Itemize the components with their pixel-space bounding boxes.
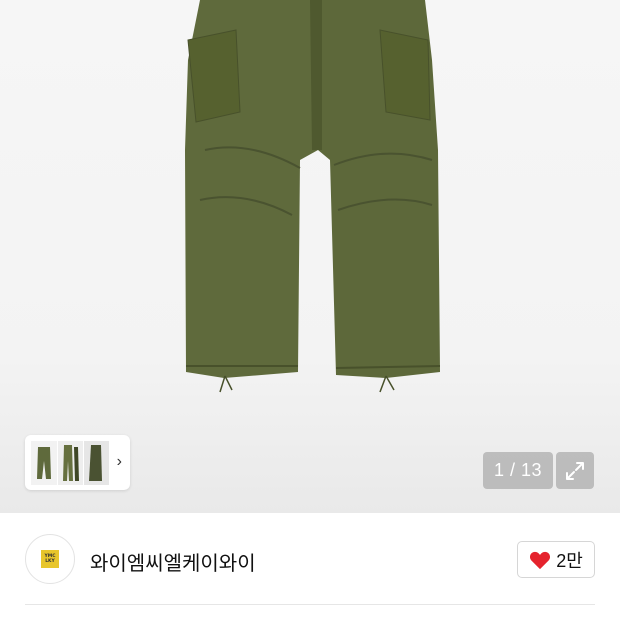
expand-arrows-icon [566, 461, 584, 480]
seller-row: YMC LKY 와이엠씨엘케이와이 2만 [0, 513, 620, 605]
thumbnail-images [31, 440, 109, 485]
thumbnail-strip[interactable]: › [25, 435, 130, 490]
product-image-gallery[interactable]: › 1 / 13 [0, 0, 620, 513]
seller-avatar[interactable]: YMC LKY [25, 534, 75, 584]
chevron-right-icon[interactable]: › [117, 453, 122, 471]
image-counter: 1 / 13 [483, 452, 553, 489]
heart-icon [530, 551, 551, 569]
like-button[interactable]: 2만 [517, 541, 595, 578]
like-count: 2만 [556, 550, 583, 571]
seller-name[interactable]: 와이엠씨엘케이와이 [90, 547, 256, 576]
seller-logo: YMC LKY [41, 550, 59, 568]
expand-button[interactable] [556, 452, 594, 489]
divider [25, 604, 595, 605]
seller-logo-text-line2: LKY [45, 559, 55, 564]
